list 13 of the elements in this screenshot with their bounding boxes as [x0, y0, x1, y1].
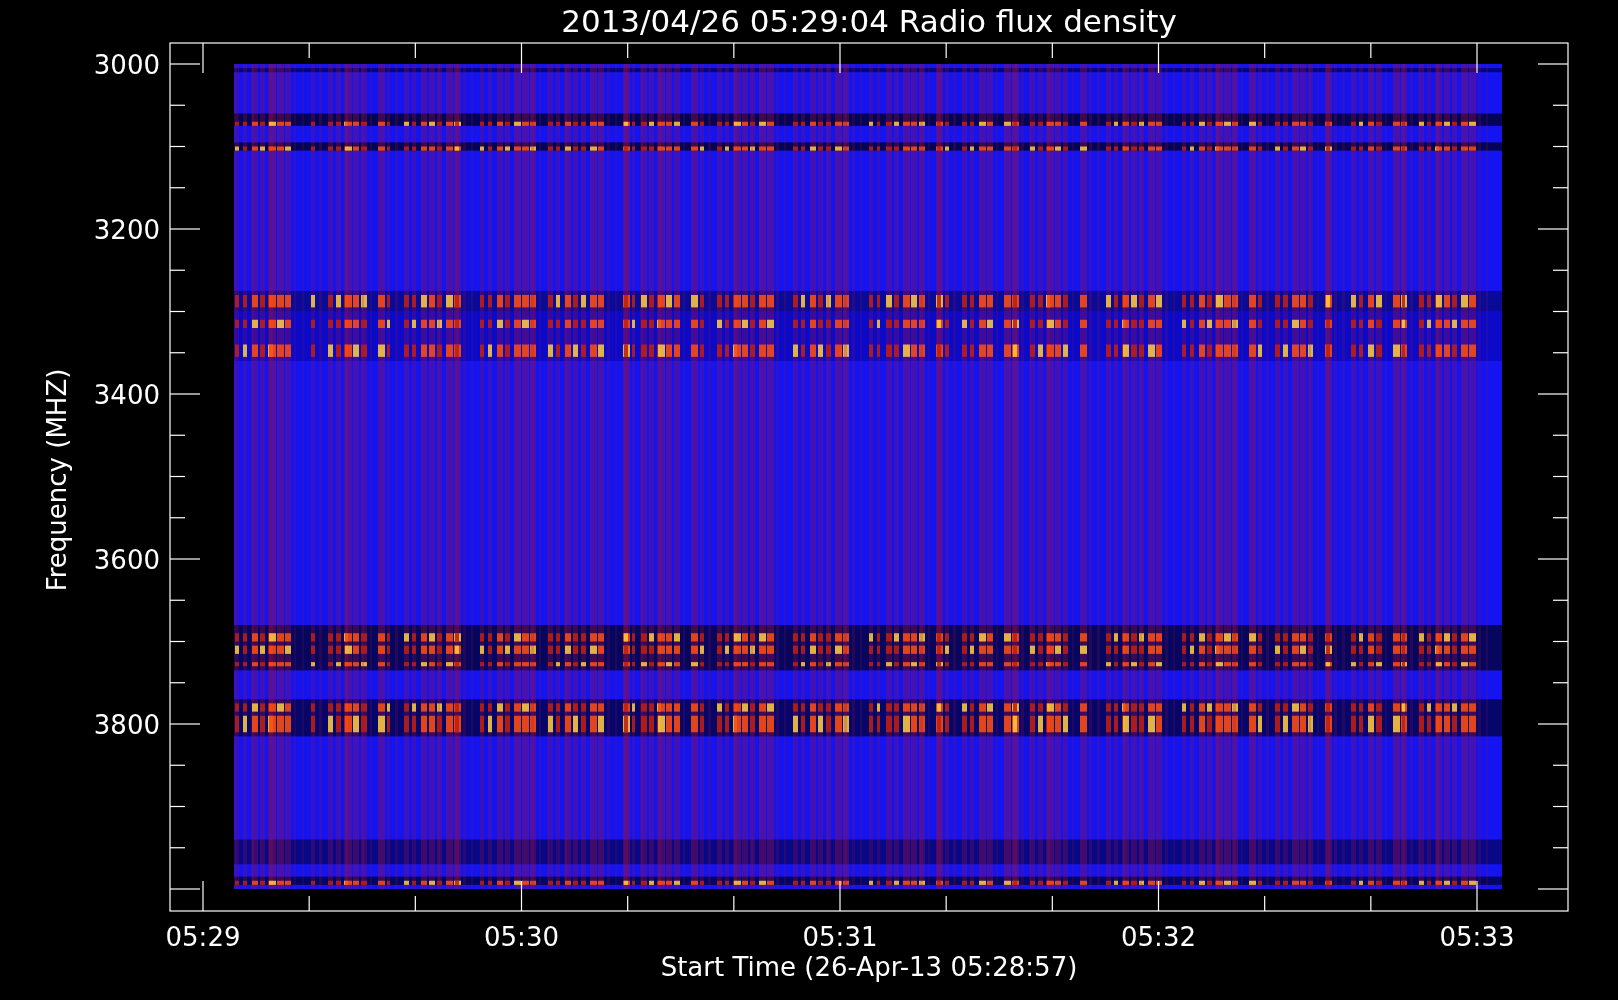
- x-tick-label: 05:32: [1121, 922, 1196, 952]
- x-axis-label: Start Time (26-Apr-13 05:28:57): [660, 952, 1078, 982]
- y-tick-label: 3800: [93, 710, 160, 740]
- x-tick-label: 05:29: [165, 922, 241, 952]
- x-tick-label: 05:30: [484, 922, 559, 952]
- y-tick-label: 3600: [93, 545, 160, 575]
- y-axis-label: Frequency (MHZ): [42, 368, 72, 592]
- y-tick-label: 3000: [93, 50, 160, 80]
- y-tick-label: 3400: [93, 380, 160, 410]
- x-tick-label: 05:33: [1439, 922, 1515, 952]
- chart-title: 2013/04/26 05:29:04 Radio flux density: [561, 3, 1177, 39]
- y-tick-label: 3200: [93, 215, 160, 245]
- x-tick-label: 05:31: [802, 922, 878, 952]
